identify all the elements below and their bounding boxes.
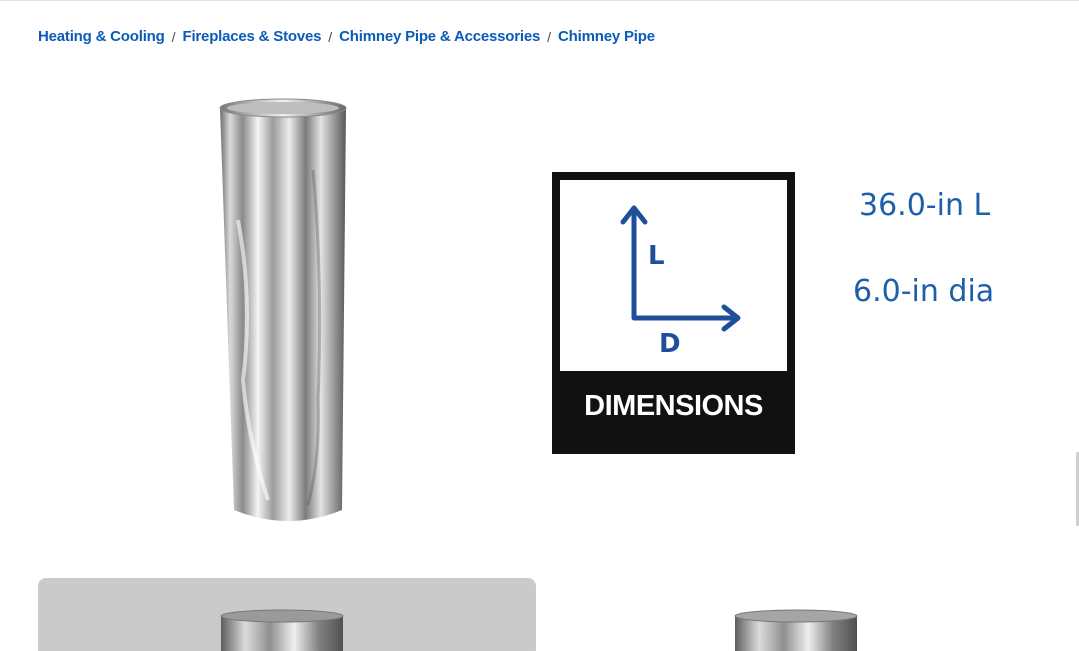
breadcrumb-separator: / (547, 28, 552, 45)
breadcrumb-link-heating-cooling[interactable]: Heating & Cooling (38, 28, 165, 45)
dimensions-label: DIMENSIONS (584, 390, 763, 422)
chimney-pipe-image (219, 98, 347, 521)
breadcrumb: Heating & Cooling / Fireplaces & Stoves … (38, 28, 655, 45)
length-value: 36.0-in L (859, 188, 991, 223)
dimensions-card: L D DIMENSIONS (552, 172, 795, 454)
chimney-pipe-image (220, 609, 344, 651)
breadcrumb-separator: / (171, 28, 176, 45)
breadcrumb-link-chimney-pipe[interactable]: Chimney Pipe (558, 28, 655, 45)
product-image-dimensions[interactable]: L D DIMENSIONS 36.0-in L 6.0-in dia (545, 80, 1043, 560)
breadcrumb-separator: / (328, 28, 333, 45)
axis-diameter-letter: D (659, 329, 681, 359)
dimensions-axes-icon: L D (620, 205, 741, 359)
breadcrumb-link-chimney-pipe-accessories[interactable]: Chimney Pipe & Accessories (339, 28, 540, 45)
chimney-pipe-image (734, 609, 858, 651)
header-divider (0, 0, 1079, 1)
product-image-alt-2[interactable] (545, 578, 1043, 651)
dimensions-diagram: L D (560, 180, 787, 371)
breadcrumb-link-fireplaces-stoves[interactable]: Fireplaces & Stoves (182, 28, 321, 45)
diameter-value: 6.0-in dia (853, 274, 995, 309)
product-image-main[interactable] (38, 80, 536, 560)
axis-length-letter: L (648, 241, 665, 271)
product-image-alt-1[interactable] (38, 578, 536, 651)
